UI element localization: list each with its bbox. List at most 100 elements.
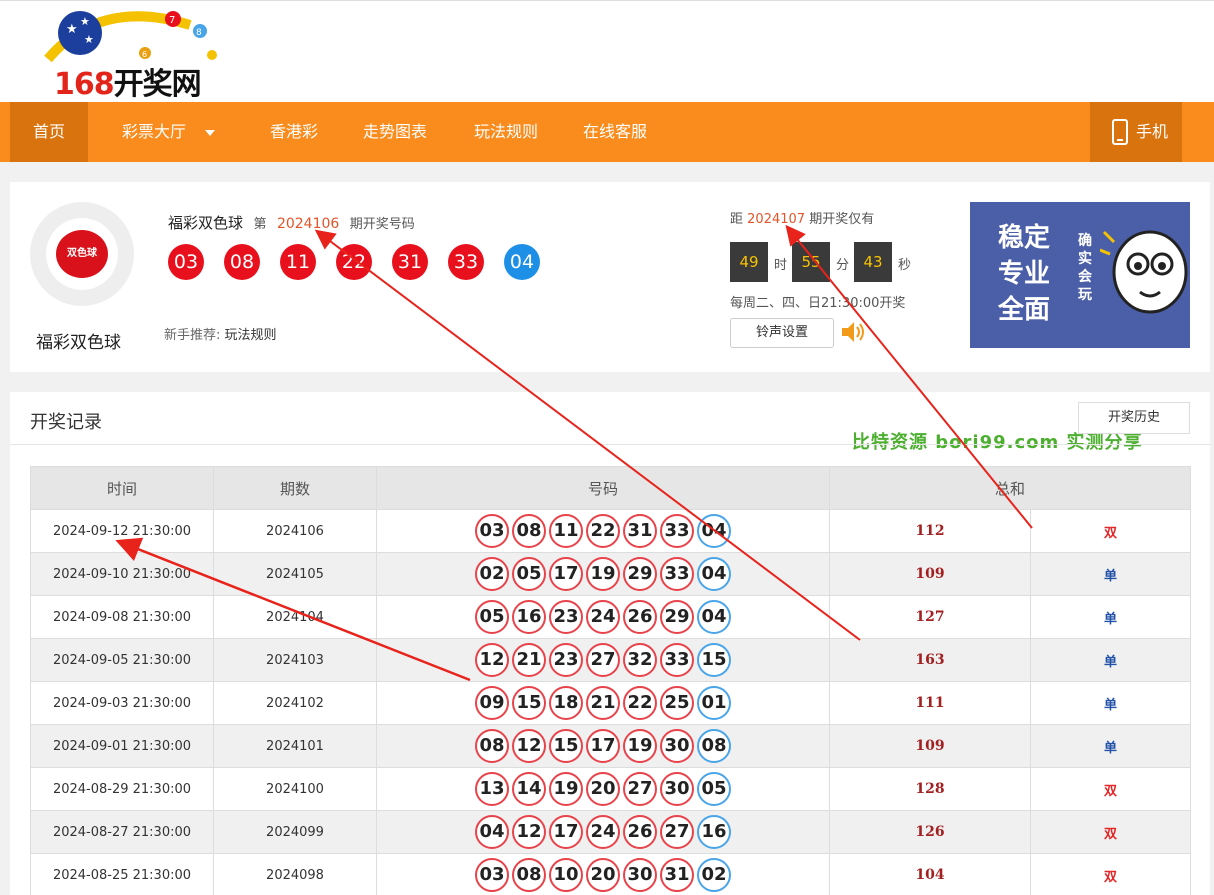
draw-lottery-title: 福彩双色球: [168, 214, 244, 232]
svg-text:★: ★: [66, 22, 78, 37]
row-issue: 2024103: [213, 638, 377, 682]
red-number-ball: 26: [623, 600, 657, 634]
countdown-prefix: 距: [730, 212, 744, 227]
blue-number-ball: 01: [697, 686, 731, 720]
nav-hongkong[interactable]: 香港彩: [270, 102, 318, 162]
col-header-time: 时间: [30, 466, 214, 510]
newbie-label: 新手推荐:: [164, 328, 221, 343]
blue-number-ball: 04: [697, 557, 731, 591]
row-numbers: 02 05 17 19 29 33 04: [376, 552, 830, 596]
countdown-title: 距 2024107 期开奖仅有: [730, 208, 874, 227]
newbie-recommend: 新手推荐: 玩法规则: [164, 324, 277, 343]
red-number-ball: 09: [475, 686, 509, 720]
countdown-hours: 49: [730, 242, 768, 282]
red-number-ball: 21: [512, 643, 546, 677]
red-number-ball: 13: [475, 772, 509, 806]
draw-records-section: 开奖记录 比特资源 bori99.com 实测分享 开奖历史 时间 期数 号码 …: [10, 392, 1210, 895]
red-number-ball: 22: [623, 686, 657, 720]
red-number-ball: 17: [549, 557, 583, 591]
table-row: 2024-08-27 21:30:00 2024099 04 12 17 24 26 27 16…: [30, 810, 1192, 854]
col-header-numbers: 号码: [376, 466, 830, 510]
red-number-ball: 26: [623, 815, 657, 849]
issue-suffix: 期开奖号码: [349, 217, 415, 232]
newbie-rules-link[interactable]: 玩法规则: [225, 328, 277, 343]
countdown-suffix: 期开奖仅有: [809, 212, 875, 227]
draw-history-button[interactable]: 开奖历史: [1078, 402, 1190, 434]
promo-banner[interactable]: 稳定专业全面 确实会玩: [970, 202, 1190, 348]
blue-number-ball: 16: [697, 815, 731, 849]
red-number-ball: 05: [512, 557, 546, 591]
red-number-ball: 12: [512, 815, 546, 849]
svg-text:★: ★: [84, 33, 94, 46]
row-sum: 111: [829, 681, 1031, 725]
blue-number-ball: 04: [697, 600, 731, 634]
latest-draw-panel: 双色球 福彩双色球 福彩双色球 第 2024106 期开奖号码 03 08 11…: [10, 182, 1210, 372]
table-header-row: 时间 期数 号码 总和: [30, 466, 1192, 510]
red-ball: 33: [448, 244, 484, 280]
red-number-ball: 17: [549, 815, 583, 849]
svg-text:7: 7: [169, 15, 175, 26]
red-number-ball: 05: [475, 600, 509, 634]
row-time: 2024-09-12 21:30:00: [30, 509, 214, 553]
red-number-ball: 02: [475, 557, 509, 591]
lottery-logo[interactable]: 双色球: [30, 202, 134, 306]
lottery-logo-inner: 双色球: [46, 218, 118, 290]
red-number-ball: 19: [586, 557, 620, 591]
row-issue: 2024106: [213, 509, 377, 553]
row-numbers: 09 15 18 21 22 25 01: [376, 681, 830, 725]
cartoon-character-icon: [1100, 230, 1188, 314]
logo-title: 开奖网: [113, 67, 202, 102]
row-issue: 2024105: [213, 552, 377, 596]
promo-big-text: 稳定专业全面: [998, 223, 1051, 325]
speaker-icon[interactable]: [840, 320, 866, 344]
row-parity: 单: [1029, 595, 1192, 639]
promo-small-text: 确实会玩: [1078, 233, 1092, 303]
row-sum: 127: [829, 595, 1031, 639]
hours-unit: 时: [774, 258, 788, 273]
row-parity: 单: [1029, 638, 1192, 682]
lottery-name: 福彩双色球: [36, 333, 121, 353]
records-divider: [10, 444, 1210, 445]
red-number-ball: 33: [660, 557, 694, 591]
nav-rules[interactable]: 玩法规则: [474, 102, 538, 162]
logo-text: 168开奖网: [54, 59, 202, 103]
red-number-ball: 19: [623, 729, 657, 763]
red-number-ball: 19: [549, 772, 583, 806]
table-row: 2024-08-29 21:30:00 2024100 13 14 19 20 27 30 05…: [30, 767, 1192, 811]
red-number-ball: 15: [512, 686, 546, 720]
blue-number-ball: 02: [697, 858, 731, 892]
nav-lottery-hall[interactable]: 彩票大厅: [122, 102, 216, 162]
minutes-unit: 分: [836, 258, 850, 273]
red-number-ball: 23: [549, 643, 583, 677]
red-number-ball: 16: [512, 600, 546, 634]
blue-number-ball: 04: [697, 514, 731, 548]
row-time: 2024-09-01 21:30:00: [30, 724, 214, 768]
nav-support[interactable]: 在线客服: [583, 102, 647, 162]
red-number-ball: 12: [475, 643, 509, 677]
red-number-ball: 33: [660, 514, 694, 548]
row-parity: 双: [1029, 767, 1192, 811]
blue-ball: 04: [504, 244, 540, 280]
svg-text:8: 8: [196, 28, 202, 38]
row-issue: 2024102: [213, 681, 377, 725]
row-issue: 2024101: [213, 724, 377, 768]
red-number-ball: 27: [660, 815, 694, 849]
nav-home[interactable]: 首页: [10, 102, 88, 162]
table-row: 2024-09-05 21:30:00 2024103 12 21 23 27 32 33 15…: [30, 638, 1192, 682]
row-numbers: 03 08 11 22 31 33 04: [376, 509, 830, 553]
row-sum: 163: [829, 638, 1031, 682]
red-number-ball: 03: [475, 514, 509, 548]
row-time: 2024-09-03 21:30:00: [30, 681, 214, 725]
nav-lottery-hall-label: 彩票大厅: [122, 122, 187, 141]
table-row: 2024-09-01 21:30:00 2024101 08 12 15 17 19 30 08…: [30, 724, 1192, 768]
nav-mobile[interactable]: 手机端: [1090, 102, 1182, 201]
sound-settings-button[interactable]: 铃声设置: [730, 318, 834, 348]
red-number-ball: 12: [512, 729, 546, 763]
row-numbers: 13 14 19 20 27 30 05: [376, 767, 830, 811]
row-sum: 109: [829, 552, 1031, 596]
records-title: 开奖记录: [30, 412, 102, 433]
row-time: 2024-09-05 21:30:00: [30, 638, 214, 682]
logo-stars-icon: ★ ★ ★ 7 8 6: [44, 11, 217, 63]
nav-trend-charts[interactable]: 走势图表: [363, 102, 427, 162]
row-numbers: 03 08 10 20 30 31 02: [376, 853, 830, 895]
